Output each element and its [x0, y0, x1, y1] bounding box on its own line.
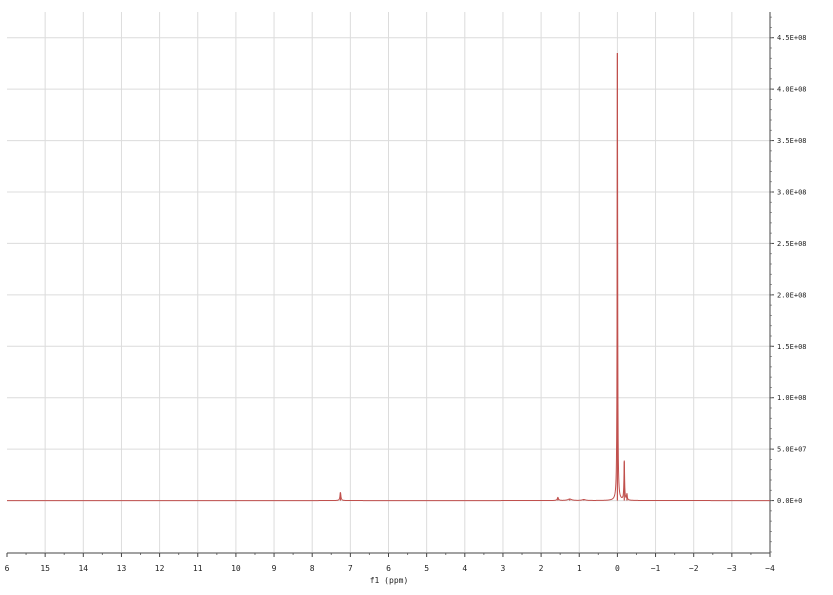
y-tick-label: 2.0E+08	[777, 291, 807, 299]
y-tick-label: 4.5E+08	[777, 34, 807, 42]
x-tick-label: 6	[386, 564, 391, 573]
y-tick-label: 3.5E+08	[777, 137, 807, 145]
y-tick-label: 1.5E+08	[777, 343, 807, 351]
x-tick-label: 8	[310, 564, 315, 573]
grid-lines	[7, 12, 770, 552]
x-tick-label: 7	[348, 564, 353, 573]
x-tick-label: 1	[577, 564, 582, 573]
x-tick-label: 4	[462, 564, 467, 573]
x-axis-label: f1 (ppm)	[370, 576, 409, 585]
x-tick-label: −3	[727, 564, 737, 573]
x-tick-label: −4	[765, 564, 775, 573]
y-tick-label: 4.0E+08	[777, 86, 807, 94]
y-tick-label: 5.0E+07	[777, 446, 807, 454]
x-tick-label: 14	[78, 564, 88, 573]
nmr-spectrum-chart: 6 15 14 13 12 11 10 9 8 7 6 5 4 3 2 1 0 −1 −2 −3 −40.0E+05.0…	[0, 0, 833, 595]
x-tick-label: 3	[501, 564, 506, 573]
x-tick-label: 5	[424, 564, 429, 573]
x-tick-label: −1	[651, 564, 661, 573]
x-tick-label: 15	[40, 564, 50, 573]
x-tick-label: 11	[193, 564, 203, 573]
y-tick-label: 3.0E+08	[777, 189, 807, 197]
x-tick-label: 0	[615, 564, 620, 573]
x-tick-label: −2	[689, 564, 699, 573]
y-tick-label: 2.5E+08	[777, 240, 807, 248]
x-tick-label: 6	[5, 564, 10, 573]
x-tick-label: 13	[117, 564, 127, 573]
y-tick-label: 1.0E+08	[777, 394, 807, 402]
x-tick-label: 2	[539, 564, 544, 573]
x-tick-label: 9	[272, 564, 277, 573]
x-tick-label: 10	[231, 564, 241, 573]
y-tick-label: 0.0E+0	[777, 497, 802, 505]
x-tick-label: 12	[155, 564, 165, 573]
